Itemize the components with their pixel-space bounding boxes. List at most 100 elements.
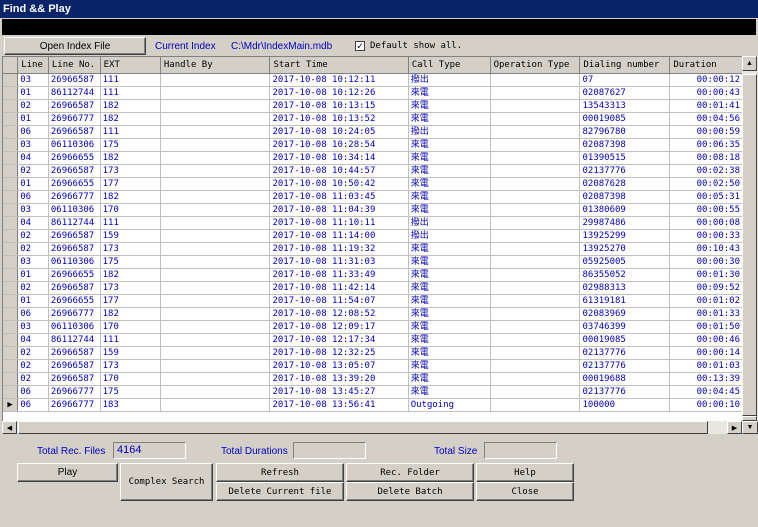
column-header[interactable]: Handle By [160, 57, 271, 74]
close-button[interactable]: Close [476, 482, 574, 501]
table-row[interactable]: 04 86112744 111 2017-10-08 12:17:34 來電 000190… [3, 333, 743, 347]
table-row[interactable]: 03 06110306 175 2017-10-08 10:28:54 來電 020873… [3, 138, 743, 152]
table-cell: 00:02:38 [669, 164, 743, 178]
default-show-all-checkbox[interactable]: ✓ [355, 41, 365, 51]
column-header[interactable]: Call Type [408, 57, 491, 74]
table-body: 03 26966587 111 2017-10-08 10:12:11 撥出 07 00:0… [3, 73, 743, 412]
open-index-file-button[interactable]: Open Index File [4, 37, 146, 55]
column-header[interactable]: EXT [100, 57, 161, 74]
table-row[interactable]: 02 26966587 173 2017-10-08 13:05:07 來電 021377… [3, 359, 743, 373]
table-cell: 26966587 [48, 242, 101, 256]
table-row[interactable]: 06 26966777 182 2017-10-08 11:03:45 來電 020873… [3, 190, 743, 204]
vertical-scrollbar[interactable]: ▲ [742, 56, 758, 421]
table-cell: 來電 [408, 164, 491, 178]
table-cell: 26966655 [48, 151, 101, 165]
table-cell: 26966777 [48, 190, 101, 204]
help-button[interactable]: Help [476, 463, 574, 482]
table-cell: 00:01:30 [669, 268, 743, 282]
scroll-left-icon[interactable]: ◀ [2, 421, 17, 434]
table-row[interactable]: 02 26966587 182 2017-10-08 10:13:15 來電 135433… [3, 99, 743, 113]
horizontal-scrollbar[interactable]: ◀ ▶ [2, 421, 742, 434]
table-cell: 04 [17, 216, 49, 230]
table-row[interactable]: 01 26966655 182 2017-10-08 11:33:49 來電 863550… [3, 268, 743, 282]
table-cell: 02087627 [579, 86, 671, 100]
table-cell: 來電 [408, 333, 491, 347]
column-header[interactable]: Duration [669, 57, 743, 74]
table-cell [160, 359, 271, 373]
table-row[interactable]: 02 26966587 170 2017-10-08 13:39:20 來電 000196… [3, 372, 743, 386]
table-row[interactable]: 06 26966777 182 2017-10-08 12:08:52 來電 020839… [3, 307, 743, 321]
column-header[interactable]: Start Time [269, 57, 409, 74]
scroll-down-corner-icon[interactable]: ▼ [742, 421, 758, 434]
column-header[interactable]: Line No. [48, 57, 101, 74]
delete-current-file-button[interactable]: Delete Current file [216, 482, 344, 501]
table-row[interactable]: 06 26966777 175 2017-10-08 13:45:27 來電 021377… [3, 385, 743, 399]
table-row[interactable]: 01 26966655 177 2017-10-08 10:50:42 來電 020876… [3, 177, 743, 191]
current-index-path: C:\Mdr\IndexMain.mdb [231, 41, 333, 52]
table-cell: 175 [100, 385, 161, 399]
status-bar [2, 19, 756, 35]
column-header[interactable]: Dialing number [579, 57, 671, 74]
table-row[interactable]: 02 26966587 159 2017-10-08 11:14:00 撥出 139252… [3, 229, 743, 243]
table-cell: 00:04:56 [669, 112, 743, 126]
play-button[interactable]: Play [17, 463, 118, 482]
table-cell: 06 [17, 398, 49, 412]
total-size-label: Total Size [434, 446, 478, 457]
table-cell: 06 [17, 190, 49, 204]
table-cell: 26966777 [48, 307, 101, 321]
table-cell: 02 [17, 372, 49, 386]
table-cell [490, 359, 581, 373]
delete-batch-button[interactable]: Delete Batch [346, 482, 474, 501]
table-row[interactable]: 06 26966587 111 2017-10-08 10:24:05 撥出 827967… [3, 125, 743, 139]
row-indicator [3, 190, 19, 204]
table-cell [490, 268, 581, 282]
row-indicator [3, 86, 19, 100]
default-show-all-label: Default show all. [370, 41, 463, 51]
table-row[interactable]: 04 26966655 182 2017-10-08 10:34:14 來電 013905… [3, 151, 743, 165]
table-cell [160, 320, 271, 334]
table-cell: 173 [100, 164, 161, 178]
table-row[interactable]: 04 86112744 111 2017-10-08 11:10:11 撥出 299874… [3, 216, 743, 230]
column-header[interactable]: Operation Type [490, 57, 581, 74]
table-cell [490, 203, 581, 217]
table-cell: 2017-10-08 10:12:11 [269, 73, 409, 87]
scroll-up-icon[interactable]: ▲ [742, 56, 757, 71]
table-cell: 26966587 [48, 73, 101, 87]
rec-folder-button[interactable]: Rec. Folder [346, 463, 474, 482]
records-grid[interactable]: Line Line No. EXT Handle By Start Time Call T… [2, 56, 743, 422]
table-row[interactable]: 02 26966587 159 2017-10-08 12:32:25 來電 021377… [3, 346, 743, 360]
row-indicator [3, 151, 19, 165]
table-row[interactable]: 02 26966587 173 2017-10-08 10:44:57 來電 021377… [3, 164, 743, 178]
table-cell: 來電 [408, 268, 491, 282]
table-row[interactable]: 02 26966587 173 2017-10-08 11:42:14 來電 029883… [3, 281, 743, 295]
table-row[interactable]: 03 06110306 175 2017-10-08 11:31:03 來電 059250… [3, 255, 743, 269]
table-cell [160, 242, 271, 256]
table-cell: 00:00:55 [669, 203, 743, 217]
vertical-scroll-thumb[interactable] [742, 74, 757, 416]
complex-search-button[interactable]: Complex Search [120, 463, 213, 501]
table-cell [160, 372, 271, 386]
table-cell: 2017-10-08 11:14:00 [269, 229, 409, 243]
table-row[interactable]: 01 26966777 182 2017-10-08 10:13:52 來電 000190… [3, 112, 743, 126]
table-row[interactable]: 01 26966655 177 2017-10-08 11:54:07 來電 613191… [3, 294, 743, 308]
scroll-right-icon[interactable]: ▶ [727, 421, 742, 434]
table-cell: 02988313 [579, 281, 671, 295]
table-row[interactable]: ▶ 06 26966777 183 2017-10-08 13:56:41 Outgoin… [3, 398, 743, 412]
table-row[interactable]: 01 86112744 111 2017-10-08 10:12:26 來電 020876… [3, 86, 743, 100]
horizontal-scroll-thumb[interactable] [18, 421, 708, 434]
table-cell: 來電 [408, 281, 491, 295]
row-indicator [3, 281, 19, 295]
column-header[interactable]: Line [17, 57, 49, 74]
table-row[interactable]: 03 06110306 170 2017-10-08 12:09:17 來電 037463… [3, 320, 743, 334]
table-cell [490, 255, 581, 269]
table-cell [160, 112, 271, 126]
table-cell: 00:02:50 [669, 177, 743, 191]
refresh-button[interactable]: Refresh [216, 463, 344, 482]
table-row[interactable]: 02 26966587 173 2017-10-08 11:19:32 來電 139252… [3, 242, 743, 256]
table-cell: 01 [17, 268, 49, 282]
table-cell: 00:00:12 [669, 73, 743, 87]
table-cell: 26966655 [48, 294, 101, 308]
table-row[interactable]: 03 26966587 111 2017-10-08 10:12:11 撥出 07 00:0… [3, 73, 743, 87]
table-row[interactable]: 03 06110306 170 2017-10-08 11:04:39 來電 013806… [3, 203, 743, 217]
table-cell: 00019688 [579, 372, 671, 386]
